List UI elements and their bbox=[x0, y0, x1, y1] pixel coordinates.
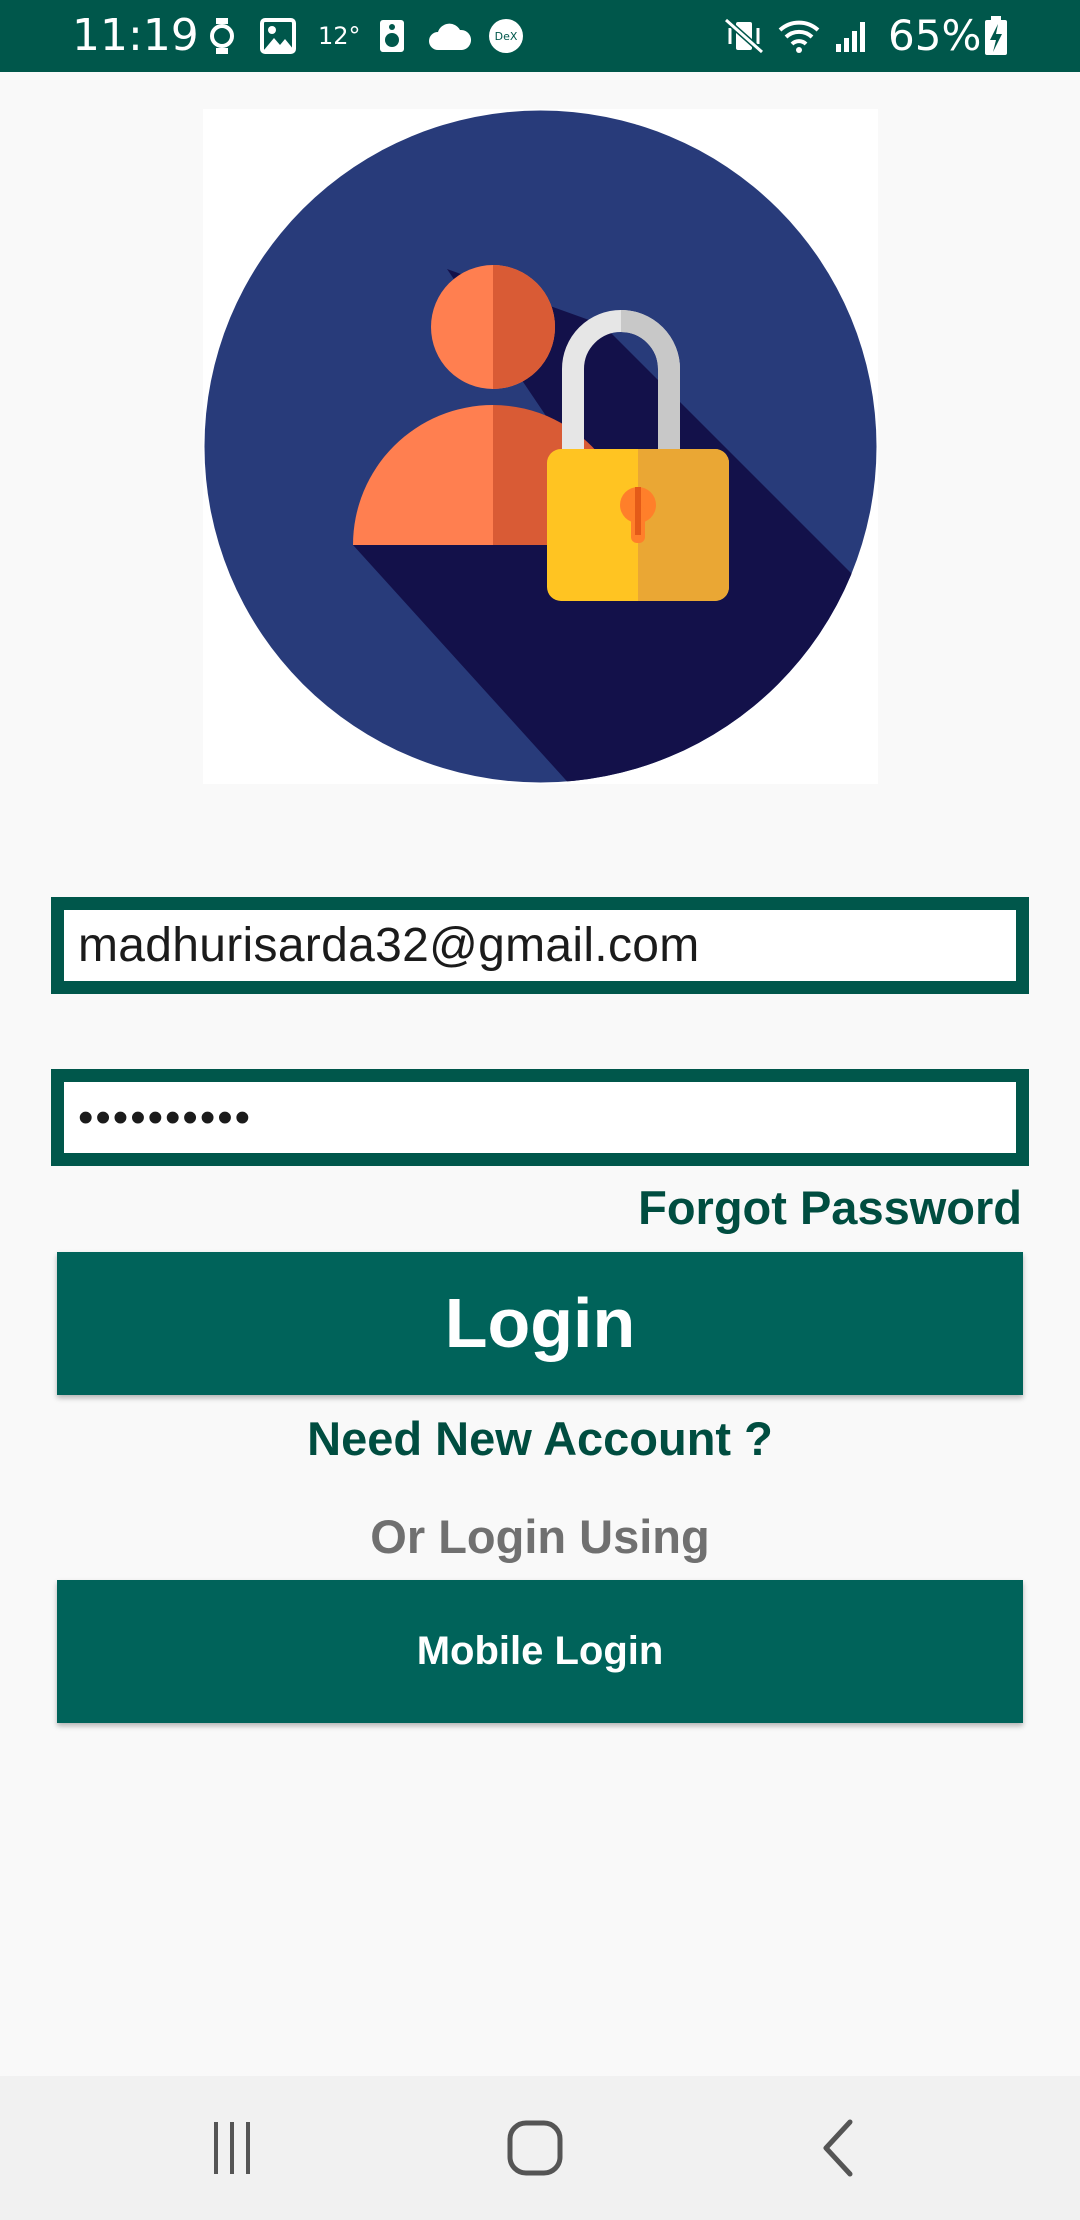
mute-vibrate-icon bbox=[724, 17, 764, 59]
email-input[interactable] bbox=[78, 910, 1016, 981]
status-bar: 11:19 12° DeX 65% bbox=[0, 0, 1080, 72]
or-login-using-label: Or Login Using bbox=[370, 1510, 710, 1563]
home-button[interactable] bbox=[455, 2076, 615, 2220]
mobile-login-button[interactable]: Mobile Login bbox=[57, 1580, 1023, 1723]
recent-apps-icon bbox=[214, 2122, 250, 2174]
password-input[interactable] bbox=[78, 1082, 1016, 1153]
navigation-bar bbox=[0, 2076, 1080, 2220]
user-lock-icon bbox=[204, 110, 877, 783]
dex-icon: DeX bbox=[488, 18, 524, 59]
forgot-password-link[interactable]: Forgot Password bbox=[638, 1175, 1022, 1241]
status-temperature: 12° bbox=[318, 22, 361, 50]
image-icon bbox=[260, 18, 296, 59]
cloud-icon bbox=[428, 22, 472, 55]
email-field[interactable] bbox=[51, 897, 1029, 994]
recent-apps-button[interactable] bbox=[152, 2076, 312, 2220]
speaker-icon bbox=[378, 18, 406, 59]
signal-icon bbox=[834, 18, 870, 59]
back-button[interactable] bbox=[758, 2076, 918, 2220]
status-time: 11:19 bbox=[72, 10, 199, 61]
login-screen: 11:19 12° DeX 65% madhurisarda32@gmail.c… bbox=[0, 0, 1080, 2220]
wifi-icon bbox=[778, 18, 820, 59]
svg-text:DeX: DeX bbox=[495, 30, 518, 43]
login-button[interactable]: Login bbox=[57, 1252, 1023, 1395]
app-logo bbox=[203, 109, 878, 784]
back-icon bbox=[823, 2119, 853, 2177]
new-account-link[interactable]: Need New Account ? bbox=[0, 1404, 1080, 1474]
password-field[interactable] bbox=[51, 1069, 1029, 1166]
battery-charging-icon bbox=[984, 16, 1008, 61]
battery-percentage: 65% bbox=[888, 11, 982, 60]
watch-icon bbox=[208, 18, 236, 59]
home-icon bbox=[507, 2120, 563, 2176]
